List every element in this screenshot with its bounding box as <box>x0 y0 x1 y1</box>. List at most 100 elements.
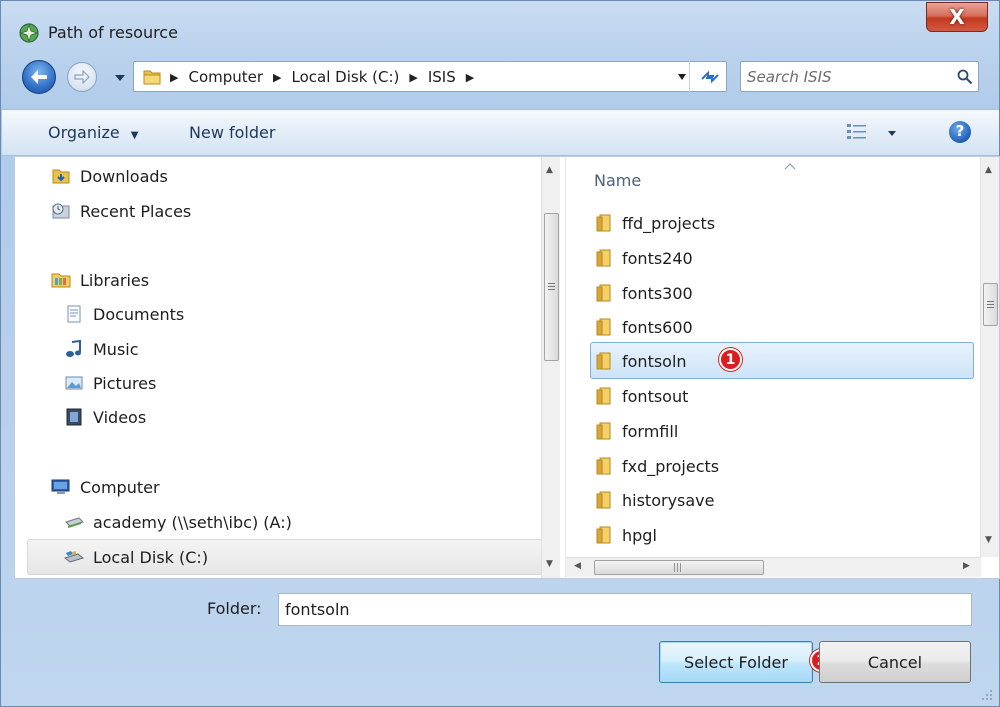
file-pane-vertical-scrollbar[interactable]: ▲ ▼ <box>980 157 999 557</box>
resize-grip-icon[interactable] <box>981 689 993 701</box>
file-item-fonts300[interactable]: fonts300 <box>594 278 693 308</box>
recent-locations-dropdown-icon[interactable] <box>113 72 127 84</box>
file-item-label: fontsout <box>622 386 689 406</box>
file-item-label: fxd_projects <box>622 456 720 476</box>
file-pane-scroll-thumb[interactable] <box>983 283 998 326</box>
scroll-left-icon[interactable]: ◀ <box>574 561 581 571</box>
change-view-icon[interactable] <box>846 122 868 142</box>
search-input[interactable] <box>747 66 947 88</box>
file-item-label: fontsoln <box>622 351 687 371</box>
breadcrumb-local-disk[interactable]: Local Disk (C:) <box>292 68 400 86</box>
file-item-fontsoln[interactable]: fontsoln <box>594 346 687 376</box>
nav-item-label: Local Disk (C:) <box>93 547 209 567</box>
file-item-ffd-projects[interactable]: ffd_projects <box>594 208 715 238</box>
close-icon: X <box>949 5 965 29</box>
nav-item-label: Pictures <box>93 373 157 393</box>
nav-item-label: Videos <box>93 407 147 427</box>
computer-icon <box>51 479 70 494</box>
folder-icon <box>596 249 611 267</box>
nav-item-label: Libraries <box>80 270 150 290</box>
folder-icon <box>596 491 611 509</box>
file-list-pane[interactable]: Name ffd_projects fonts240 fonts300 font… <box>565 157 999 578</box>
search-icon[interactable] <box>957 69 973 85</box>
address-bar[interactable]: ▶ Computer ▶ Local Disk (C:) ▶ ISIS ▶ <box>133 61 727 92</box>
pictures-icon <box>65 376 83 390</box>
help-icon: ? <box>955 122 965 140</box>
arrow-right-icon <box>74 70 90 84</box>
window-title: Path of resource <box>48 23 178 42</box>
breadcrumb-chevron-icon[interactable]: ▶ <box>466 71 474 84</box>
nav-item-recent-places[interactable]: Recent Places <box>50 195 191 227</box>
nav-item-label: Recent Places <box>80 201 192 221</box>
file-pane-horizontal-scrollbar[interactable]: ◀ ||| ▶ <box>566 557 981 577</box>
file-item-fxd-projects[interactable]: fxd_projects <box>594 451 719 481</box>
file-item-historysave[interactable]: historysave <box>594 485 714 515</box>
nav-item-local-disk[interactable]: Local Disk (C:) <box>63 541 208 573</box>
nav-item-pictures[interactable]: Pictures <box>63 367 156 399</box>
scroll-up-icon[interactable]: ▲ <box>985 165 992 175</box>
nav-pane-scroll-thumb[interactable] <box>544 213 559 361</box>
close-button[interactable]: X <box>926 2 988 32</box>
cancel-button[interactable]: Cancel <box>819 641 971 683</box>
nav-item-network-drive[interactable]: academy (\\seth\ibc) (A:) <box>63 506 292 538</box>
breadcrumb-chevron-icon[interactable]: ▶ <box>170 71 178 84</box>
folder-icon <box>596 352 611 370</box>
scroll-down-icon[interactable]: ▼ <box>546 559 553 569</box>
folder-name-input[interactable] <box>278 593 972 626</box>
dialog-window: Path of resource X ▶ Computer ▶ Local Di… <box>0 0 1000 707</box>
nav-item-documents[interactable]: Documents <box>63 298 184 330</box>
breadcrumb-computer[interactable]: Computer <box>188 68 263 86</box>
breadcrumb-isis[interactable]: ISIS <box>428 68 456 86</box>
organize-button[interactable]: Organize ▼ <box>48 123 138 142</box>
nav-item-music[interactable]: Music <box>63 333 139 365</box>
folder-icon <box>596 318 611 336</box>
file-item-label: historysave <box>622 490 715 510</box>
folder-icon <box>596 284 611 302</box>
chevron-down-icon: ▼ <box>130 130 139 141</box>
folder-icon <box>596 422 611 440</box>
title-bar[interactable]: Path of resource X <box>1 1 999 53</box>
file-item-label: hpgl <box>622 525 657 545</box>
file-item-hpgl[interactable]: hpgl <box>594 520 657 550</box>
back-button[interactable] <box>22 60 56 94</box>
breadcrumb-chevron-icon[interactable]: ▶ <box>273 71 281 84</box>
file-item-label: fonts240 <box>622 248 693 268</box>
file-item-fontsout[interactable]: fontsout <box>594 381 688 411</box>
help-button[interactable]: ? <box>949 121 971 143</box>
view-options-dropdown-icon[interactable] <box>887 130 897 137</box>
address-dropdown-icon[interactable] <box>677 73 687 81</box>
nav-item-label: academy (\\seth\ibc) (A:) <box>93 512 292 532</box>
nav-item-libraries[interactable]: Libraries <box>50 264 149 296</box>
nav-item-label: Downloads <box>80 166 168 186</box>
horizontal-scroll-thumb[interactable]: ||| <box>594 560 764 575</box>
local-disk-icon <box>63 551 85 563</box>
breadcrumb-chevron-icon[interactable]: ▶ <box>409 71 417 84</box>
file-item-formfill[interactable]: formfill <box>594 416 678 446</box>
file-item-label: ffd_projects <box>622 213 716 233</box>
column-header-name[interactable]: Name <box>594 171 641 190</box>
file-item-fonts240[interactable]: fonts240 <box>594 243 693 273</box>
folder-icon <box>596 214 611 232</box>
nav-item-computer[interactable]: Computer <box>50 471 160 503</box>
new-folder-button[interactable]: New folder <box>189 123 275 142</box>
forward-button[interactable] <box>67 62 97 92</box>
browser-content: Downloads Recent Places Libraries Docume… <box>14 156 1000 579</box>
scroll-right-icon[interactable]: ▶ <box>963 561 970 571</box>
select-folder-button[interactable]: Select Folder <box>659 641 813 683</box>
app-icon <box>19 23 39 43</box>
videos-icon <box>66 408 82 426</box>
documents-icon <box>67 305 81 323</box>
scroll-down-icon[interactable]: ▼ <box>985 535 992 545</box>
refresh-icon <box>701 70 719 84</box>
nav-item-videos[interactable]: Videos <box>63 401 146 433</box>
nav-item-label: Computer <box>80 477 160 497</box>
refresh-button[interactable] <box>689 61 727 92</box>
scroll-up-icon[interactable]: ▲ <box>546 165 553 175</box>
nav-item-downloads[interactable]: Downloads <box>50 160 168 192</box>
search-box[interactable] <box>740 61 979 92</box>
file-item-fonts600[interactable]: fonts600 <box>594 312 693 342</box>
navigation-pane[interactable]: Downloads Recent Places Libraries Docume… <box>15 157 561 578</box>
recent-places-icon <box>52 203 70 219</box>
nav-pane-scrollbar[interactable]: ▲ ▼ <box>541 157 560 578</box>
arrow-left-icon <box>31 70 47 84</box>
